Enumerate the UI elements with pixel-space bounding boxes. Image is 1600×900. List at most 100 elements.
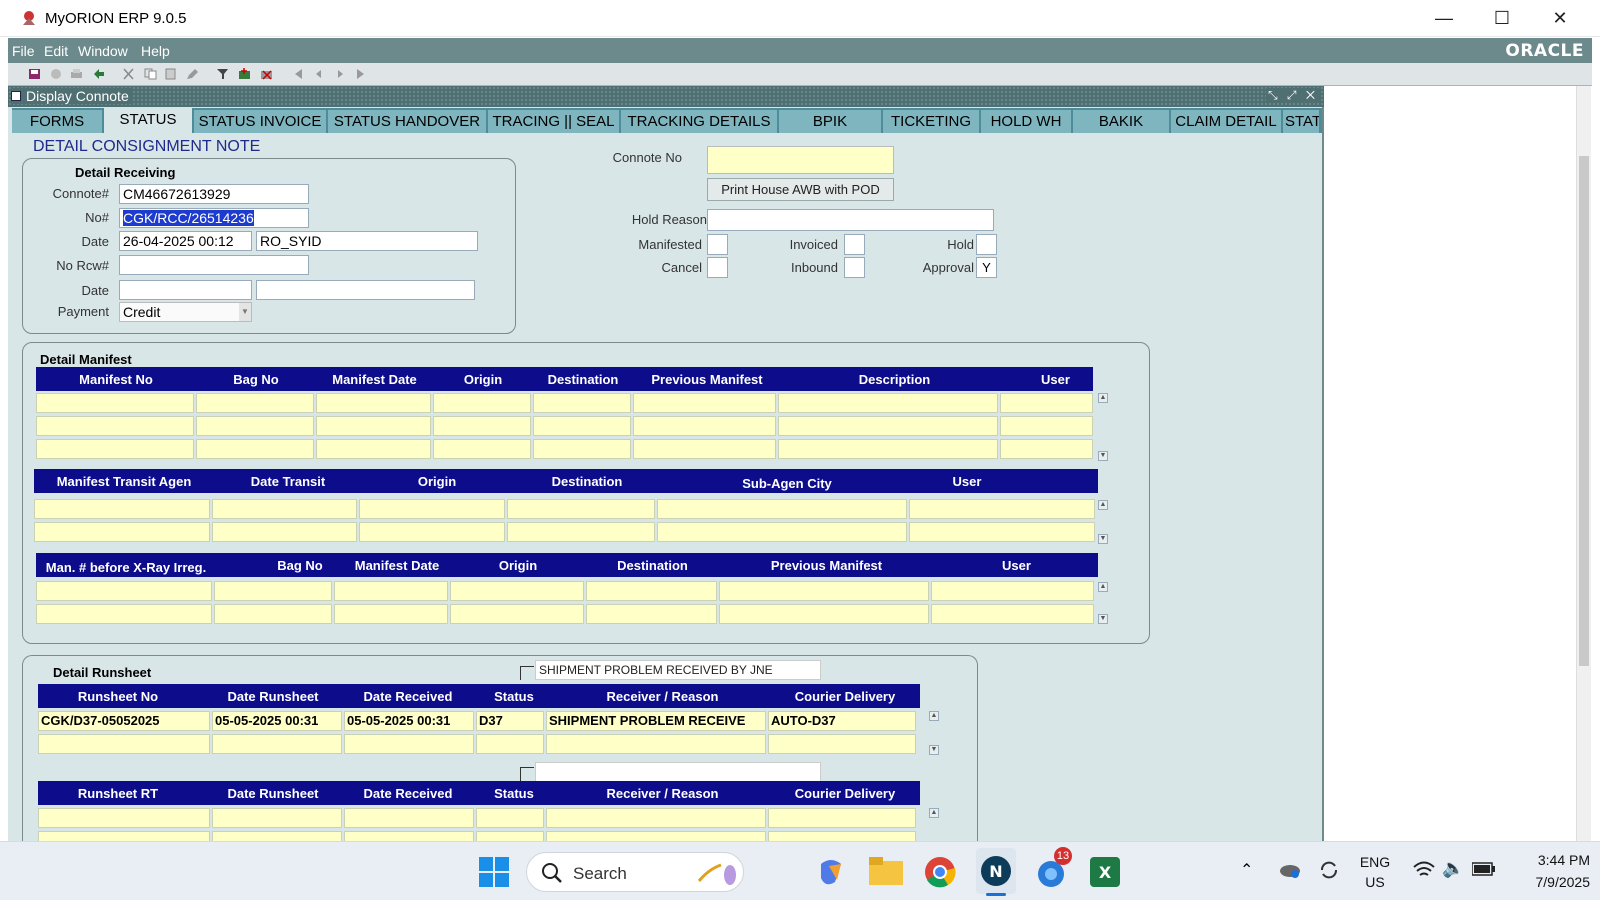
table-cell[interactable] xyxy=(476,734,544,754)
previous-record-icon[interactable] xyxy=(312,68,325,80)
table-cell[interactable] xyxy=(1000,416,1093,436)
scroll-up-icon[interactable]: ▲ xyxy=(929,808,939,818)
table-cell[interactable] xyxy=(359,499,505,519)
table-cell[interactable] xyxy=(778,439,998,459)
table-cell[interactable] xyxy=(36,416,194,436)
delete-record-icon[interactable] xyxy=(260,68,273,80)
tab-status[interactable]: STATUS xyxy=(104,108,194,133)
user-field[interactable]: RO_SYID xyxy=(256,231,478,251)
scroll-up-icon[interactable]: ▲ xyxy=(1098,582,1108,592)
table-cell[interactable] xyxy=(507,522,655,542)
connote-field[interactable]: CM46672613929 xyxy=(119,184,309,204)
form-window-buttons[interactable]: ⤡ ⤢ ✕ xyxy=(1265,88,1320,103)
tab-status-invoice[interactable]: STATUS INVOICE xyxy=(194,110,328,133)
table-cell[interactable] xyxy=(316,439,431,459)
hold-reason-field[interactable] xyxy=(707,209,994,231)
edit-icon[interactable] xyxy=(186,68,199,80)
table-cell[interactable] xyxy=(768,808,916,828)
table-cell[interactable] xyxy=(633,439,776,459)
table-cell[interactable] xyxy=(212,734,342,754)
cancel-checkbox[interactable] xyxy=(707,257,728,278)
table-cell[interactable]: 05-05-2025 00:31 xyxy=(212,711,342,731)
clock-date[interactable]: 7/9/2025 xyxy=(1512,874,1591,890)
no-field[interactable]: CGK/RCC/26514236 xyxy=(119,208,309,228)
table-cell[interactable] xyxy=(36,581,212,601)
wifi-icon[interactable] xyxy=(1413,860,1435,880)
tab-ticketing[interactable]: TICKETING xyxy=(883,110,981,133)
scroll-up-icon[interactable]: ▲ xyxy=(1098,393,1108,403)
table-cell[interactable] xyxy=(344,808,474,828)
cut-icon[interactable] xyxy=(122,68,135,80)
table-cell[interactable] xyxy=(719,604,929,624)
table-cell[interactable] xyxy=(212,499,357,519)
table-cell[interactable] xyxy=(633,393,776,413)
tab-bakik[interactable]: BAKIK xyxy=(1073,110,1171,133)
tab-statu[interactable]: STATU xyxy=(1283,110,1321,133)
tab-hold-wh[interactable]: HOLD WH xyxy=(981,110,1073,133)
table-cell[interactable] xyxy=(507,499,655,519)
table-cell[interactable] xyxy=(344,734,474,754)
table-cell[interactable]: SHIPMENT PROBLEM RECEIVE xyxy=(546,711,766,731)
table-cell[interactable] xyxy=(433,393,531,413)
table-cell[interactable]: 05-05-2025 00:31 xyxy=(344,711,474,731)
language-top[interactable]: ENG xyxy=(1355,854,1395,870)
connote-no-field[interactable] xyxy=(707,146,894,174)
table-cell[interactable] xyxy=(657,499,907,519)
table-cell[interactable] xyxy=(1000,439,1093,459)
table-cell[interactable] xyxy=(433,416,531,436)
table-cell[interactable] xyxy=(546,734,766,754)
table-cell[interactable] xyxy=(36,439,194,459)
scroll-up-icon[interactable]: ▲ xyxy=(929,711,939,721)
transit-table-scrollbar[interactable]: ▲ ▼ xyxy=(1098,500,1108,544)
table-cell[interactable]: AUTO-D37 xyxy=(768,711,916,731)
xray-table-scrollbar[interactable]: ▲ ▼ xyxy=(1098,582,1108,624)
tab-forms[interactable]: FORMS xyxy=(12,110,104,133)
scroll-down-icon[interactable]: ▼ xyxy=(1098,534,1108,544)
table-cell[interactable] xyxy=(196,393,314,413)
table-cell[interactable] xyxy=(359,522,505,542)
table-cell[interactable] xyxy=(586,604,717,624)
table-cell[interactable] xyxy=(38,808,210,828)
table-cell[interactable] xyxy=(778,393,998,413)
scroll-up-icon[interactable]: ▲ xyxy=(1098,500,1108,510)
copy-icon[interactable] xyxy=(144,68,157,80)
date2-field[interactable] xyxy=(119,280,252,300)
table-cell[interactable] xyxy=(214,604,332,624)
table-cell[interactable] xyxy=(586,581,717,601)
table-cell[interactable] xyxy=(334,604,448,624)
print-house-awb-button[interactable]: Print House AWB with POD xyxy=(707,178,894,201)
table-cell[interactable] xyxy=(38,734,210,754)
scrollbar-thumb[interactable] xyxy=(1579,156,1589,666)
tab-tracking-details[interactable]: TRACKING DETAILS xyxy=(621,110,779,133)
scroll-down-icon[interactable]: ▼ xyxy=(1098,451,1108,461)
clear-icon[interactable] xyxy=(50,68,63,80)
mdi-scrollbar[interactable] xyxy=(1576,86,1591,841)
payment-select[interactable]: Credit ▼ xyxy=(119,302,252,322)
table-cell[interactable] xyxy=(334,581,448,601)
tab-tracing-seal[interactable]: TRACING || SEAL xyxy=(488,110,621,133)
chevron-down-icon[interactable]: ▼ xyxy=(239,303,251,321)
manifested-checkbox[interactable] xyxy=(707,234,728,255)
minimize-button[interactable]: — xyxy=(1415,0,1473,37)
table-cell[interactable] xyxy=(1000,393,1093,413)
taskbar-search[interactable]: Search xyxy=(526,852,744,892)
table-cell[interactable] xyxy=(36,393,194,413)
tab-status-handover[interactable]: STATUS HANDOVER xyxy=(328,110,488,133)
scroll-down-icon[interactable]: ▼ xyxy=(929,745,939,755)
copilot-icon[interactable] xyxy=(815,856,847,888)
table-cell[interactable] xyxy=(719,581,929,601)
inbound-checkbox[interactable] xyxy=(844,257,865,278)
save-icon[interactable] xyxy=(28,68,41,80)
exit-icon[interactable] xyxy=(92,68,105,80)
norcw-field[interactable] xyxy=(119,255,309,275)
hold-checkbox[interactable] xyxy=(976,234,997,255)
table-cell[interactable] xyxy=(909,499,1095,519)
last-record-icon[interactable] xyxy=(354,68,367,80)
tab-claim-detail[interactable]: CLAIM DETAIL xyxy=(1171,110,1283,133)
paste-icon[interactable] xyxy=(164,68,177,80)
insert-record-icon[interactable] xyxy=(238,68,251,80)
onedrive-icon[interactable] xyxy=(1279,860,1301,880)
battery-icon[interactable] xyxy=(1472,862,1496,876)
chevron-up-icon[interactable]: ⌃ xyxy=(1240,860,1253,880)
table-cell[interactable] xyxy=(657,522,907,542)
